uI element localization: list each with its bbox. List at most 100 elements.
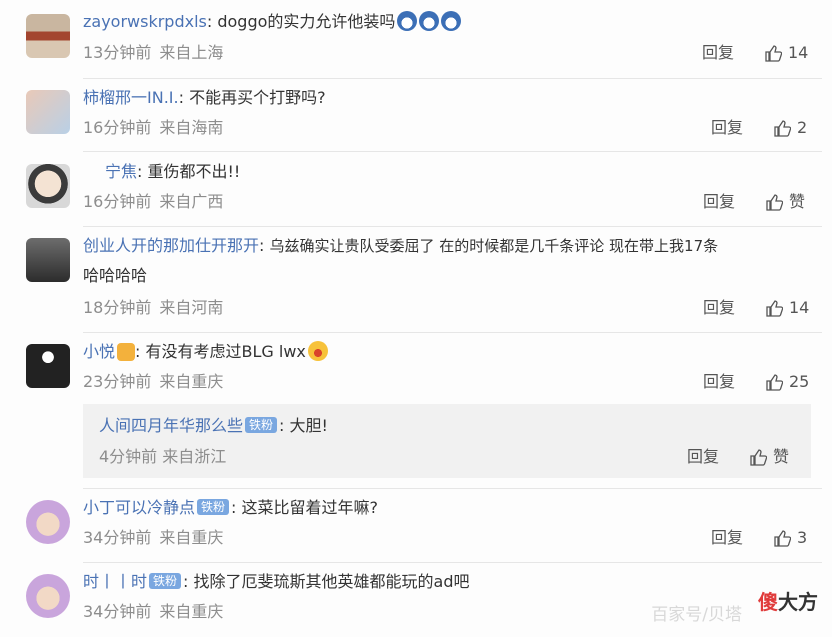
doge-emoji-icon — [419, 11, 440, 31]
timestamp: 34分钟前 — [83, 528, 152, 547]
location: 来自河南 — [159, 298, 224, 317]
timestamp: 4分钟前 — [99, 447, 158, 466]
divider — [83, 332, 822, 333]
like-button[interactable]: 赞 — [749, 446, 789, 468]
comment-text: 找除了厄斐琉斯其他英雄都能玩的ad吧 — [193, 572, 470, 591]
timestamp: 18分钟前 — [83, 298, 152, 317]
avatar[interactable] — [26, 164, 70, 208]
username-link[interactable]: 柿榴邢一IN.I. — [83, 88, 179, 107]
avatar[interactable] — [26, 14, 70, 58]
like-button[interactable]: 14 — [765, 297, 809, 319]
location: 来自广西 — [159, 192, 224, 211]
colon: : — [206, 12, 218, 31]
watermark-logo: 傻大方 — [758, 586, 818, 615]
logo-text: 大方 — [778, 590, 818, 614]
timestamp: 16分钟前 — [83, 118, 152, 137]
divider — [83, 151, 822, 152]
thumbs-up-icon — [750, 449, 767, 466]
crying-emoji-icon — [307, 341, 328, 361]
username-link[interactable]: zayorwskrpdxls — [83, 12, 207, 31]
comment-text: 重伤都不出!! — [147, 162, 241, 181]
timestamp: 13分钟前 — [83, 43, 152, 62]
comment-text: 有没有考虑过BLG lwx — [145, 342, 306, 361]
comment-line: 时丨丨时 铁粉: 找除了厄斐琉斯其他英雄都能玩的ad吧 — [83, 570, 469, 594]
thumbs-up-icon — [774, 120, 791, 137]
doge-emoji-icon — [397, 11, 418, 31]
username-link[interactable]: 创业人开的那加仕开那开 — [83, 236, 259, 255]
comment-meta: 34分钟前 来自重庆 — [83, 601, 223, 623]
username-link[interactable]: 时丨丨时 — [83, 572, 147, 591]
like-label: 赞 — [773, 447, 790, 466]
comment-meta: 16分钟前 来自广西 — [83, 191, 223, 213]
location: 来自上海 — [159, 43, 224, 62]
reply-button[interactable]: 回复 — [687, 446, 719, 468]
comment-line: 柿榴邢一IN.I.: 不能再买个打野吗? — [83, 86, 326, 110]
colon: : — [279, 416, 290, 435]
watermark: 百家号/贝塔 — [651, 605, 742, 625]
colon: : — [183, 572, 194, 591]
username-link[interactable]: 宁焦 — [105, 162, 137, 181]
location: 来自浙江 — [162, 447, 227, 466]
location: 来自重庆 — [159, 372, 224, 391]
avatar[interactable] — [26, 574, 70, 618]
reply-button[interactable]: 回复 — [711, 117, 743, 139]
colon: : — [135, 342, 146, 361]
colon: : — [231, 498, 242, 517]
vip-badge-icon — [117, 343, 136, 361]
comment-meta: 16分钟前 来自海南 — [83, 117, 223, 139]
comment-meta: 34分钟前 来自重庆 — [83, 527, 223, 549]
sub-reply: 人间四月年华那么些 铁粉: 大胆! 4分钟前 来自浙江 回复 赞 — [83, 404, 811, 478]
like-button[interactable]: 25 — [765, 371, 809, 393]
colon: : — [178, 88, 190, 107]
avatar[interactable] — [26, 238, 70, 282]
like-label: 赞 — [789, 192, 806, 211]
colon: : — [137, 162, 148, 181]
reply-button[interactable]: 回复 — [702, 42, 734, 64]
comment-meta: 18分钟前 来自河南 — [83, 297, 223, 319]
divider — [83, 226, 822, 227]
reply-button[interactable]: 回复 — [703, 191, 735, 213]
location: 来自重庆 — [159, 602, 224, 621]
avatar[interactable] — [26, 500, 70, 544]
colon: : — [259, 236, 270, 255]
comment-line: 小悦: 有没有考虑过BLG lwx — [83, 340, 328, 364]
like-button[interactable]: 赞 — [765, 191, 805, 213]
comment-line: 人间四月年华那么些 铁粉: 大胆! — [99, 414, 328, 438]
fan-badge: 铁粉 — [149, 573, 182, 589]
thumbs-up-icon — [766, 374, 783, 391]
location: 来自海南 — [159, 118, 224, 137]
like-count: 14 — [789, 298, 810, 317]
comment-meta: 23分钟前 来自重庆 — [83, 371, 223, 393]
username-link[interactable]: 人间四月年华那么些 — [99, 416, 243, 435]
reply-button[interactable]: 回复 — [703, 371, 735, 393]
like-count: 25 — [789, 372, 810, 391]
fan-badge: 铁粉 — [197, 499, 230, 515]
logo-char: 傻 — [758, 590, 778, 614]
comment-meta: 4分钟前 来自浙江 — [99, 446, 226, 468]
comment-line: 宁焦: 重伤都不出!! — [105, 160, 240, 184]
reply-button[interactable]: 回复 — [711, 527, 743, 549]
like-count: 2 — [797, 118, 808, 137]
comment-text: doggo的实力允许他装吗 — [217, 12, 396, 31]
username-link[interactable]: 小悦 — [83, 342, 115, 361]
timestamp: 34分钟前 — [83, 602, 152, 621]
divider — [83, 488, 822, 489]
reply-button[interactable]: 回复 — [703, 297, 735, 319]
comment-meta: 13分钟前 来自上海 — [83, 42, 223, 64]
username-link[interactable]: 小丁可以冷静点 — [83, 498, 195, 517]
comment-text: 大胆! — [289, 416, 328, 435]
doge-emoji-icon — [441, 11, 462, 31]
like-count: 14 — [788, 43, 809, 62]
like-count: 3 — [797, 528, 808, 547]
like-button[interactable]: 2 — [773, 117, 807, 139]
avatar[interactable] — [26, 344, 70, 388]
comment-text: 这菜比留着过年嘛? — [241, 498, 379, 517]
like-button[interactable]: 14 — [764, 42, 808, 64]
comment-line: zayorwskrpdxls: doggo的实力允许他装吗 — [83, 10, 462, 34]
avatar[interactable] — [26, 90, 70, 134]
comment-line: 创业人开的那加仕开那开: 乌兹确实让贵队受委屈了 在的时候都是几千条评论 现在带… — [83, 234, 718, 258]
comment-text: 不能再买个打野吗? — [189, 88, 326, 107]
comment-line: 小丁可以冷静点 铁粉: 这菜比留着过年嘛? — [83, 496, 378, 520]
like-button[interactable]: 3 — [773, 527, 807, 549]
thumbs-up-icon — [774, 530, 791, 547]
